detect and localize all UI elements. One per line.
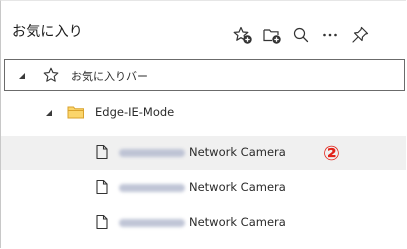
more-options-button[interactable] <box>319 24 341 46</box>
favorite-item[interactable]: Network Camera ② <box>1 136 406 170</box>
favorite-item-label: Network Camera <box>189 180 286 194</box>
page-icon <box>95 144 109 164</box>
redacted-model-name <box>119 219 185 227</box>
page-icon <box>95 214 109 234</box>
page-icon <box>95 179 109 199</box>
panel-title: お気に入り <box>12 24 83 40</box>
favorite-item[interactable]: Network Camera <box>1 206 406 240</box>
star-icon <box>43 67 59 87</box>
favorite-item-label: Network Camera <box>189 215 286 229</box>
add-folder-icon <box>262 25 282 45</box>
favorite-item[interactable]: Network Camera <box>1 171 406 205</box>
add-favorite-button[interactable] <box>232 24 254 46</box>
collapse-caret-icon[interactable] <box>46 110 52 116</box>
folder-icon <box>67 104 85 124</box>
search-button[interactable] <box>290 24 312 46</box>
redacted-model-name <box>119 184 185 192</box>
favorites-bar-row[interactable]: お気に入りバー <box>4 59 405 91</box>
add-folder-button[interactable] <box>261 24 283 46</box>
pin-button[interactable] <box>349 24 371 46</box>
pin-icon <box>350 25 370 45</box>
step-marker: ② <box>323 141 340 165</box>
favorites-panel: お気に入り お気に入りバー Edge-IE-Mode Network Camer… <box>0 0 406 248</box>
folder-row[interactable]: Edge-IE-Mode <box>1 96 406 130</box>
favorite-item-label: Network Camera <box>189 145 286 159</box>
favorites-bar-label: お気に入りバー <box>71 70 148 83</box>
more-icon <box>320 25 340 45</box>
favorites-header: お気に入り <box>1 1 406 57</box>
search-icon <box>291 25 311 45</box>
redacted-model-name <box>119 149 185 157</box>
collapse-caret-icon[interactable] <box>19 73 25 79</box>
add-favorite-icon <box>233 25 253 45</box>
folder-label: Edge-IE-Mode <box>95 105 175 119</box>
